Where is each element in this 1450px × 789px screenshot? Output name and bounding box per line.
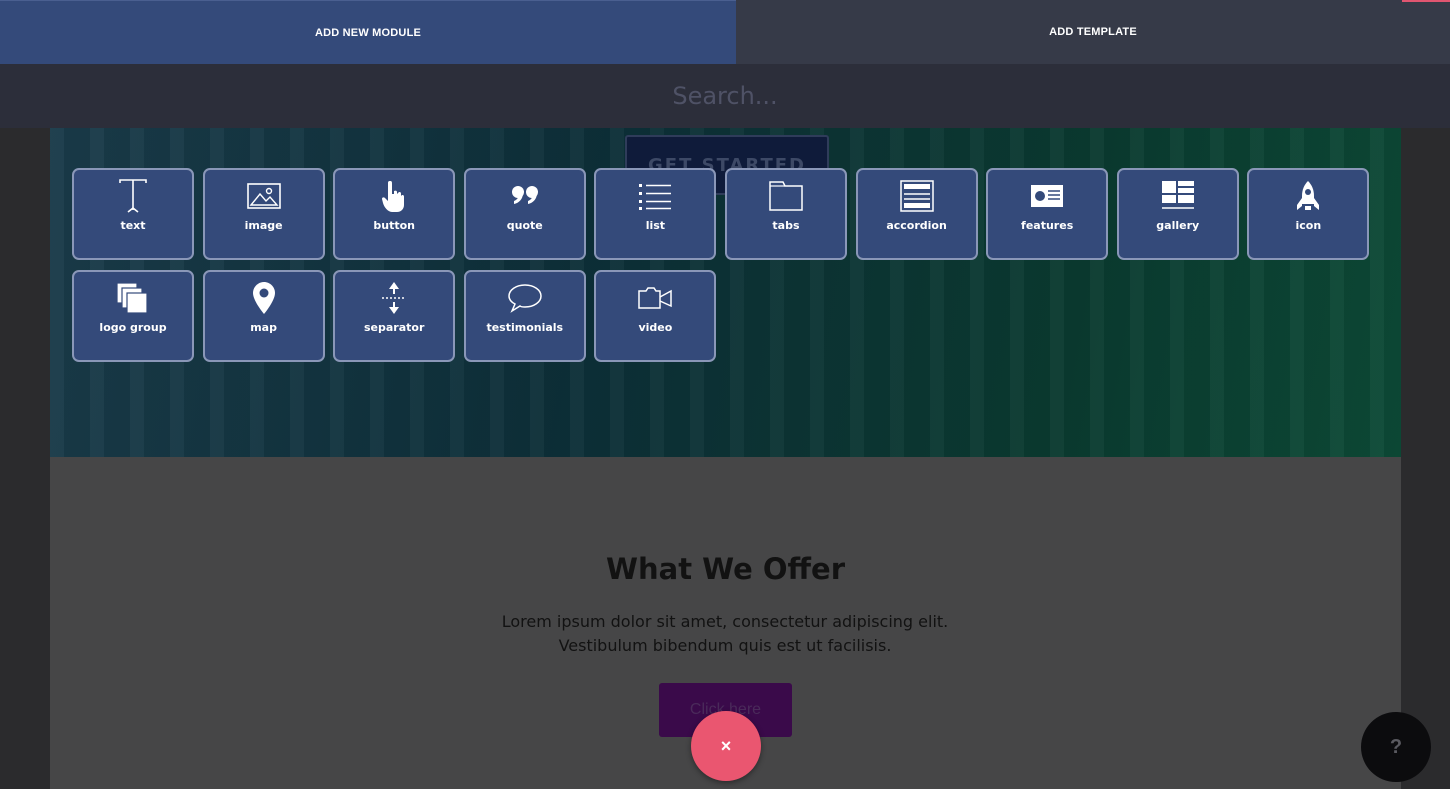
offer-text: Lorem ipsum dolor sit amet, consectetur …	[501, 612, 949, 655]
search-bar	[0, 64, 1450, 128]
id-card-icon	[1027, 179, 1067, 213]
module-label: text	[120, 219, 146, 232]
module-tile-separator[interactable]: separator	[333, 270, 456, 362]
module-grid: text image button quote list tabs accord…	[72, 168, 1372, 362]
quote-icon	[505, 179, 545, 213]
map-pin-icon	[244, 281, 284, 315]
module-label: quote	[506, 219, 543, 232]
module-tile-quote[interactable]: quote	[463, 168, 586, 260]
text-cursor-icon	[113, 179, 153, 213]
accent-line	[1402, 0, 1450, 2]
module-label: testimonials	[486, 321, 564, 334]
module-label: separator	[363, 321, 425, 334]
module-label: features	[1021, 219, 1074, 232]
module-tile-button[interactable]: button	[333, 168, 456, 260]
module-label: image	[244, 219, 283, 232]
module-tile-gallery[interactable]: gallery	[1116, 168, 1239, 260]
module-tile-video[interactable]: video	[594, 270, 717, 362]
module-label: video	[638, 321, 673, 334]
module-tile-accordion[interactable]: accordion	[855, 168, 978, 260]
module-label: list	[645, 219, 666, 232]
module-label: gallery	[1156, 219, 1200, 232]
module-label: map	[250, 321, 277, 334]
rocket-icon	[1288, 179, 1328, 213]
module-tabbar: ADD NEW MODULE ADD TEMPLATE	[0, 0, 1450, 64]
module-label: accordion	[886, 219, 947, 232]
video-camera-icon	[635, 281, 675, 315]
tab-add-template[interactable]: ADD TEMPLATE	[736, 0, 1450, 64]
offer-title: What We Offer	[606, 552, 845, 586]
list-icon	[635, 179, 675, 213]
module-label: button	[373, 219, 415, 232]
module-tile-image[interactable]: image	[202, 168, 325, 260]
module-tile-features[interactable]: features	[986, 168, 1109, 260]
module-tile-map[interactable]: map	[202, 270, 325, 362]
module-tile-tabs[interactable]: tabs	[724, 168, 847, 260]
tab-add-new-module[interactable]: ADD NEW MODULE	[0, 0, 736, 64]
close-button[interactable]: ×	[691, 711, 761, 781]
module-tile-testimonials[interactable]: testimonials	[463, 270, 586, 362]
pointer-hand-icon	[374, 179, 414, 213]
stacked-squares-icon	[113, 281, 153, 315]
module-tile-icon[interactable]: icon	[1247, 168, 1370, 260]
search-input[interactable]	[423, 81, 1027, 111]
separator-arrows-icon	[374, 281, 414, 315]
module-tile-text[interactable]: text	[72, 168, 194, 260]
image-icon	[244, 179, 284, 213]
module-label: icon	[1295, 219, 1322, 232]
module-label: tabs	[772, 219, 800, 232]
gallery-icon	[1158, 179, 1198, 213]
speech-bubble-icon	[505, 281, 545, 315]
module-tile-list[interactable]: list	[594, 168, 717, 260]
module-tile-logo-group[interactable]: logo group	[72, 270, 194, 362]
accordion-icon	[897, 179, 937, 213]
module-label: logo group	[99, 321, 167, 334]
folder-tab-icon	[766, 179, 806, 213]
help-button[interactable]: ?	[1361, 712, 1431, 782]
